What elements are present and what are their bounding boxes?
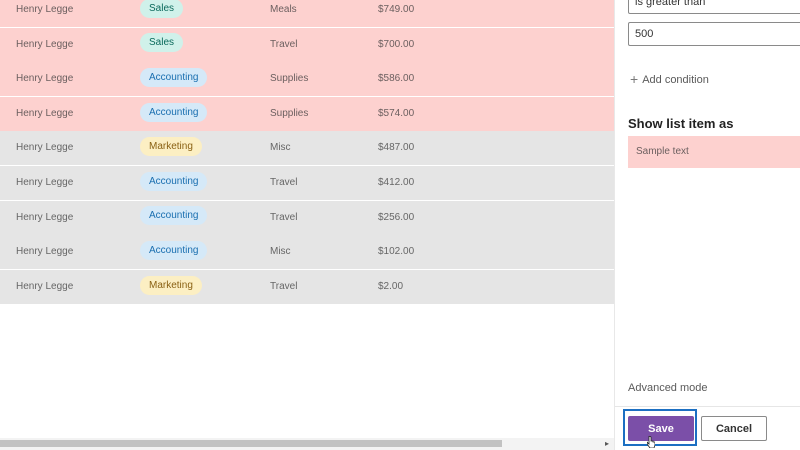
row-amount: $487.00	[378, 142, 415, 154]
format-panel: is greater than +Add condition Show list…	[614, 0, 800, 450]
row-category: Travel	[270, 38, 298, 50]
list-row[interactable]: Henry Legge Accounting Travel $412.00	[0, 166, 614, 201]
add-condition-button[interactable]: + Add condition	[630, 70, 709, 88]
operator-value: is greater than	[635, 0, 706, 8]
row-name: Henry Legge	[16, 246, 74, 258]
list-row[interactable]: Henry Legge Accounting Supplies $574.00	[0, 96, 614, 132]
row-amount: $102.00	[378, 246, 415, 258]
scrollbar-thumb[interactable]	[0, 440, 502, 447]
row-amount: $700.00	[378, 38, 415, 50]
row-category: Supplies	[270, 107, 309, 119]
list-row[interactable]: Henry Legge Accounting Supplies $586.00	[0, 62, 614, 98]
row-department: Accounting	[140, 97, 208, 131]
row-name: Henry Legge	[16, 211, 74, 223]
show-list-item-as-title: Show list item as	[628, 116, 734, 131]
row-amount: $749.00	[378, 4, 415, 15]
row-name: Henry Legge	[16, 38, 74, 50]
cancel-button[interactable]: Cancel	[701, 416, 767, 441]
row-category: Travel	[270, 211, 298, 223]
sample-style-preview[interactable]: Sample text	[628, 136, 800, 168]
save-button[interactable]: Save	[628, 416, 694, 441]
department-pill: Sales	[140, 0, 184, 18]
row-department: Sales	[140, 0, 184, 27]
list-row[interactable]: Henry Legge Accounting Travel $256.00	[0, 200, 614, 236]
row-category: Misc	[270, 246, 291, 258]
row-category: Supplies	[270, 73, 309, 85]
row-category: Misc	[270, 142, 291, 154]
department-pill: Accounting	[140, 102, 208, 122]
list-row[interactable]: Henry Legge Sales Travel $700.00	[0, 27, 614, 63]
row-category: Travel	[270, 280, 298, 292]
row-amount: $586.00	[378, 73, 415, 85]
row-name: Henry Legge	[16, 177, 74, 188]
app-root: Henry Legge Sales Meals $749.00 Henry Legge S…	[0, 0, 800, 450]
row-department: Accounting	[140, 235, 208, 269]
row-name: Henry Legge	[16, 73, 74, 85]
list-view: Henry Legge Sales Meals $749.00 Henry Legge S…	[0, 0, 614, 450]
row-amount: $574.00	[378, 107, 415, 119]
plus-icon: +	[630, 71, 639, 87]
row-department: Accounting	[140, 201, 208, 235]
operator-dropdown[interactable]: is greater than	[628, 0, 800, 14]
row-department: Accounting	[140, 62, 208, 96]
list-row[interactable]: Henry Legge Marketing Travel $2.00	[0, 269, 614, 305]
footer-divider	[615, 406, 800, 407]
add-condition-label: Add condition	[642, 74, 709, 86]
row-amount: $412.00	[378, 177, 415, 188]
advanced-mode-link[interactable]: Advanced mode	[628, 382, 708, 394]
row-department: Marketing	[140, 270, 202, 304]
department-pill: Sales	[140, 33, 184, 53]
department-pill: Accounting	[140, 68, 208, 88]
department-pill: Accounting	[140, 206, 208, 226]
scroll-right-arrow-icon[interactable]: ▸	[603, 438, 611, 450]
list-row[interactable]: Henry Legge Marketing Misc $487.00	[0, 131, 614, 167]
department-pill: Marketing	[140, 137, 202, 157]
row-department: Sales	[140, 28, 184, 62]
list-row[interactable]: Henry Legge Sales Meals $749.00	[0, 0, 614, 28]
row-department: Marketing	[140, 131, 202, 165]
row-name: Henry Legge	[16, 142, 74, 154]
mouse-cursor-icon	[647, 436, 655, 448]
row-amount: $2.00	[378, 280, 404, 292]
condition-value-input[interactable]	[628, 22, 800, 46]
department-pill: Marketing	[140, 275, 202, 295]
row-amount: $256.00	[378, 211, 415, 223]
row-name: Henry Legge	[16, 280, 74, 292]
row-name: Henry Legge	[16, 107, 74, 119]
department-pill: Accounting	[140, 171, 208, 191]
row-category: Meals	[270, 4, 297, 15]
row-category: Travel	[270, 177, 298, 188]
department-pill: Accounting	[140, 241, 208, 261]
row-name: Henry Legge	[16, 4, 74, 15]
list-row[interactable]: Henry Legge Accounting Misc $102.00	[0, 235, 614, 271]
horizontal-scrollbar[interactable]: ▸	[0, 438, 614, 450]
sample-text: Sample text	[636, 146, 689, 157]
row-department: Accounting	[140, 166, 208, 200]
